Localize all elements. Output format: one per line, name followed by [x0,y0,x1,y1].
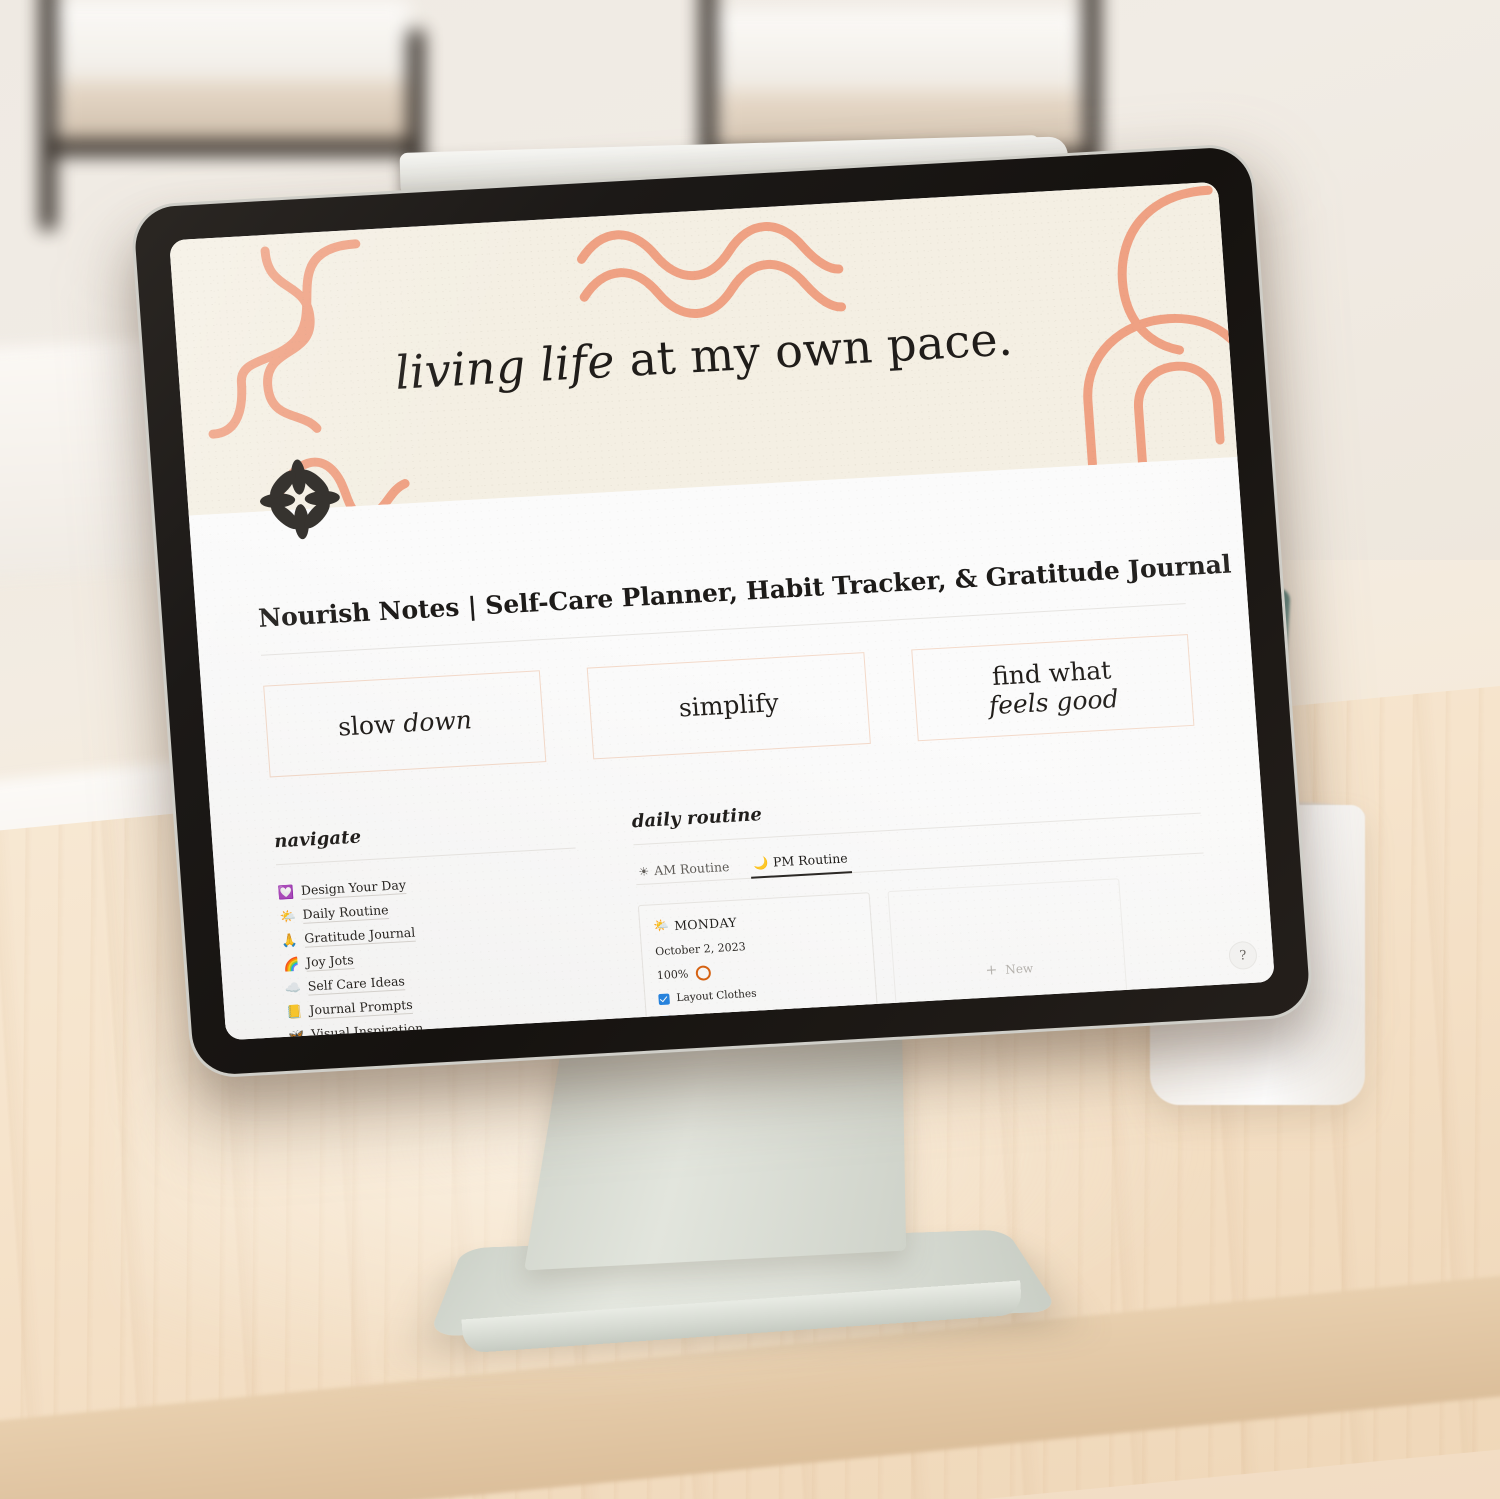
asterisk-flower-icon[interactable] [257,457,343,541]
folded-hands-icon: 🙏 [280,932,299,949]
card-1-line1-italic: down [402,705,473,739]
routine-card-day-row: 🌤️ MONDAY [653,907,859,934]
sun-behind-cloud-icon: 🌤️ [652,917,670,934]
card-3-line2-italic: feels good [987,684,1120,721]
crescent-moon-icon: 🌙 [752,855,769,871]
heart-decoration-icon: 💟 [277,884,295,901]
new-card-label: New [1004,961,1034,977]
progress-percent-label: 100% [656,967,689,983]
sidebar-item-label: Design Your Day [300,877,407,900]
todo-item-layout-clothes[interactable]: Layout Clothes [658,982,864,1005]
sidebar-item-label: Daily Routine [302,902,390,924]
desk-scene-photo: living life at my own pace. Nourish Note… [0,0,1500,1499]
tab-pm-routine[interactable]: 🌙 PM Routine [749,847,852,879]
cloud-icon: ☁️ [284,980,302,996]
card-1-line1: slow [337,709,405,742]
routine-card-day-label: MONDAY [673,914,738,933]
sun-icon: ☀ [637,863,650,879]
daily-routine-heading: daily routine [631,804,763,833]
sidebar-item-label: Self Care Ideas [307,973,406,996]
routine-card-progress: 100% [656,957,862,983]
tab-am-routine[interactable]: ☀ AM Routine [635,856,734,885]
page-body: Nourish Notes | Self-Care Planner, Habit… [188,457,1275,1041]
callout-card-row: slow down simplify find what feels good [263,634,1195,778]
checkbox-checked-icon[interactable] [658,992,670,1005]
callout-card-feels-good[interactable]: find what feels good [910,634,1195,742]
progress-ring-icon [695,965,712,981]
sidebar-item-label: Journal Prompts [308,996,414,1020]
help-button[interactable]: ? [1227,940,1258,971]
navigate-heading: navigate [273,826,362,853]
navigate-column: navigate 💟 Design Your Day 🌤️ Daily Rout… [274,815,592,1041]
ledger-icon: 📒 [286,1004,304,1020]
tablet-screen[interactable]: living life at my own pace. Nourish Note… [169,181,1275,1041]
sidebar-item-label: Gratitude Journal [303,924,416,948]
tablet-device: living life at my own pace. Nourish Note… [132,145,1312,1077]
page-title: Nourish Notes | Self-Care Planner, Habit… [257,549,1233,633]
callout-card-simplify[interactable]: simplify [587,652,871,760]
routine-card-date: October 2, 2023 [654,940,747,959]
notion-page: living life at my own pace. Nourish Note… [169,181,1275,1041]
navigate-divider [275,847,576,866]
tab-am-routine-label: AM Routine [653,858,730,879]
rainbow-icon: 🌈 [282,956,300,972]
navigate-list: 💟 Design Your Day 🌤️ Daily Routine 🙏 Gra… [277,864,590,1041]
callout-card-slow-down[interactable]: slow down [263,670,547,778]
card-2-line1: simplify [677,688,780,723]
sidebar-item-label: Joy Jots [305,952,355,972]
sun-behind-cloud-icon: 🌤️ [279,908,297,925]
tab-pm-routine-label: PM Routine [772,850,849,870]
plus-icon: + [985,962,998,979]
todo-label: Layout Clothes [676,987,757,1005]
